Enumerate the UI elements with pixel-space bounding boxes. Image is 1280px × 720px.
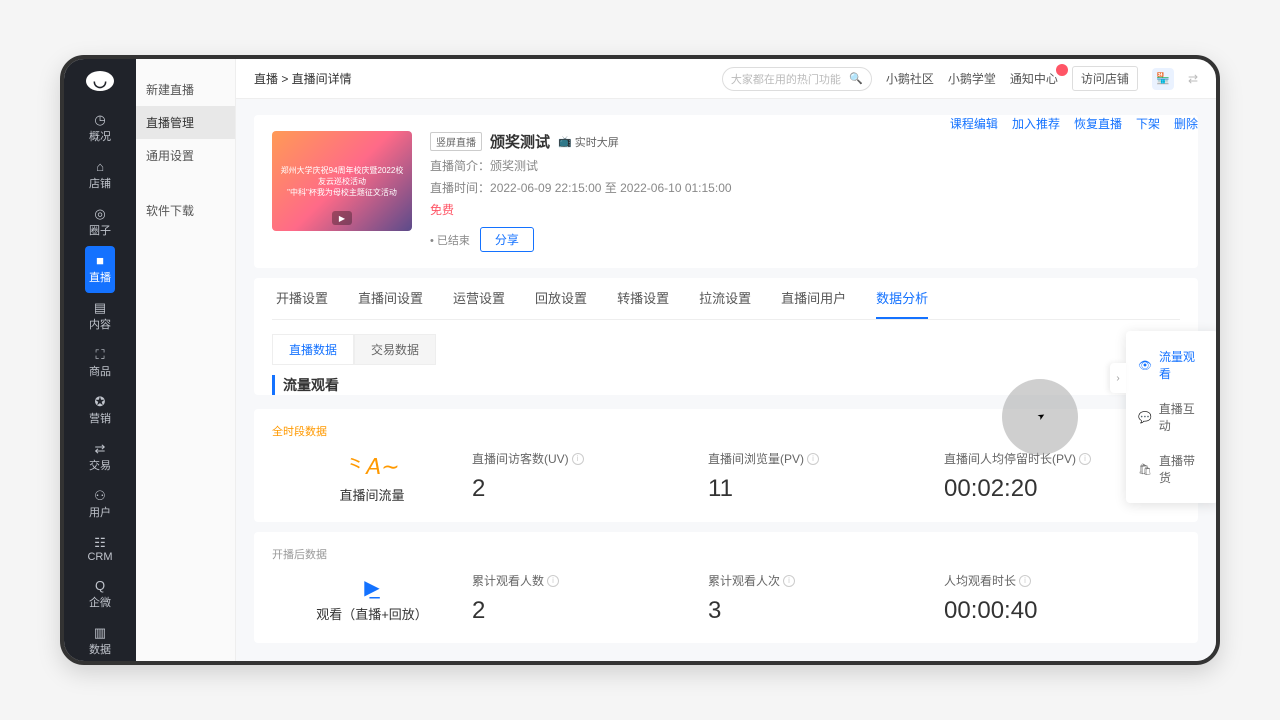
visit-shop-button[interactable]: 访问店铺 [1072, 66, 1138, 91]
stat-block-watch: 开播后数据 ▶̲ 观看（直播+回放） 累计观看人数 i2累计观看人次 i3人均观… [254, 532, 1198, 643]
stat-left-label: 观看（直播+回放） [272, 604, 472, 623]
stat-col: 直播间访客数(UV) i2 [472, 450, 708, 503]
nav-概况[interactable]: ◷概况 [79, 105, 121, 152]
tv-icon: ▶̲ [272, 575, 472, 600]
action-恢复直播[interactable]: 恢复直播 [1074, 115, 1122, 132]
toplink-academy[interactable]: 小鹅学堂 [948, 70, 996, 87]
tab-转播设置[interactable]: 转播设置 [617, 278, 669, 319]
nav-企微[interactable]: Q企微 [79, 571, 121, 618]
info-icon[interactable]: i [807, 453, 819, 465]
toplink-community[interactable]: 小鹅社区 [886, 70, 934, 87]
left-nav: ◡ ◷概况⌂店铺◎圈子■直播▤内容⛶商品✪营销⇄交易⚇用户☷CRMQ企微▥数据▦… [64, 59, 136, 661]
live-info: 竖屏直播 颁奖测试 📺 实时大屏 直播简介：颁奖测试 直播时间：2022-06-… [430, 131, 1180, 252]
topbar: 直播 > 直播间详情 大家都在用的热门功能 🔍 小鹅社区 小鹅学堂 通知中心 访… [236, 59, 1216, 99]
stat-col: 累计观看人数 i2 [472, 572, 708, 625]
action-下架[interactable]: 下架 [1136, 115, 1160, 132]
nav-圈子[interactable]: ◎圈子 [79, 199, 121, 246]
live-status: 已结束 [430, 232, 470, 248]
live-header-card: 郑州大学庆祝94周年校庆暨2022校 友云巡校活动 "中科"杯我为母校主题征文活… [254, 115, 1198, 268]
nav-营销[interactable]: ✪营销 [79, 387, 121, 434]
tab-运营设置[interactable]: 运营设置 [453, 278, 505, 319]
anchor-直播带货[interactable]: 🛍直播带货 [1126, 443, 1216, 495]
tab-拉流设置[interactable]: 拉流设置 [699, 278, 751, 319]
app-logo[interactable]: ◡ [86, 71, 114, 91]
stat-tag: 全时段数据 [272, 423, 1180, 439]
stat-block-traffic: 全时段数据 ⺀𝘈∼ 直播间流量 直播间访客数(UV) i2直播间浏览量(PV) … [254, 409, 1198, 522]
app-inner: ◡ ◷概况⌂店铺◎圈子■直播▤内容⛶商品✪营销⇄交易⚇用户☷CRMQ企微▥数据▦… [64, 59, 1216, 661]
action-删除[interactable]: 删除 [1174, 115, 1198, 132]
toplink-notice[interactable]: 通知中心 [1010, 70, 1058, 87]
search-input[interactable]: 大家都在用的热门功能 🔍 [722, 67, 872, 91]
tab-开播设置[interactable]: 开播设置 [276, 278, 328, 319]
subnav-通用设置[interactable]: 通用设置 [136, 139, 235, 172]
live-title: 颁奖测试 [490, 131, 550, 152]
info-icon[interactable]: i [547, 575, 559, 587]
search-icon: 🔍 [849, 72, 863, 85]
share-button[interactable]: 分享 [480, 227, 534, 252]
nav-数据[interactable]: ▥数据 [79, 618, 121, 665]
pulse-icon: ⺀𝘈∼ [272, 449, 472, 481]
float-toggle[interactable]: › [1110, 363, 1126, 393]
orientation-tag: 竖屏直播 [430, 132, 482, 151]
subnav-直播管理[interactable]: 直播管理 [136, 106, 235, 139]
tabs-card: 开播设置直播间设置运营设置回放设置转播设置拉流设置直播间用户数据分析 直播数据交… [254, 278, 1198, 395]
breadcrumb: 直播 > 直播间详情 [254, 70, 352, 87]
subtab-交易数据[interactable]: 交易数据 [354, 334, 436, 365]
nav-内容[interactable]: ▤内容 [79, 293, 121, 340]
section-title: 流量观看 [272, 375, 1180, 395]
tab-直播间设置[interactable]: 直播间设置 [358, 278, 423, 319]
tabs: 开播设置直播间设置运营设置回放设置转播设置拉流设置直播间用户数据分析 [272, 278, 1180, 320]
realtime-screen-link[interactable]: 📺 实时大屏 [558, 134, 619, 150]
nav-直播[interactable]: ■直播 [85, 246, 115, 293]
shop-icon[interactable]: 🏪 [1152, 68, 1174, 90]
action-课程编辑[interactable]: 课程编辑 [950, 115, 998, 132]
content-area: 郑州大学庆祝94周年校庆暨2022校 友云巡校活动 "中科"杯我为母校主题征文活… [236, 99, 1216, 661]
info-icon[interactable]: i [1079, 453, 1091, 465]
swap-icon[interactable]: ⇄ [1188, 72, 1198, 86]
nav-商品[interactable]: ⛶商品 [79, 340, 121, 387]
header-actions: 课程编辑加入推荐恢复直播下架删除 [950, 115, 1198, 132]
subnav-软件下载[interactable]: 软件下载 [136, 194, 235, 227]
anchor-流量观看[interactable]: 👁流量观看 [1126, 339, 1216, 391]
subtab-直播数据[interactable]: 直播数据 [272, 334, 354, 365]
nav-用户[interactable]: ⚇用户 [79, 481, 121, 528]
nav-CRM[interactable]: ☷CRM [79, 528, 121, 571]
info-icon[interactable]: i [572, 453, 584, 465]
price-label: 免费 [430, 201, 1180, 218]
stat-tag: 开播后数据 [272, 546, 1180, 562]
stat-left-label: 直播间流量 [272, 485, 472, 504]
info-icon[interactable]: i [1019, 575, 1031, 587]
stat-col: 累计观看人次 i3 [708, 572, 944, 625]
float-anchor-panel: › 👁流量观看💬直播互动🛍直播带货 [1126, 331, 1216, 503]
stat-col: 直播间浏览量(PV) i11 [708, 450, 944, 503]
anchor-直播互动[interactable]: 💬直播互动 [1126, 391, 1216, 443]
main-area: 直播 > 直播间详情 大家都在用的热门功能 🔍 小鹅社区 小鹅学堂 通知中心 访… [236, 59, 1216, 661]
subtabs: 直播数据交易数据 [272, 334, 1180, 365]
subnav-新建直播[interactable]: 新建直播 [136, 73, 235, 106]
tab-直播间用户[interactable]: 直播间用户 [781, 278, 846, 319]
app-frame: ◡ ◷概况⌂店铺◎圈子■直播▤内容⛶商品✪营销⇄交易⚇用户☷CRMQ企微▥数据▦… [60, 55, 1220, 665]
action-加入推荐[interactable]: 加入推荐 [1012, 115, 1060, 132]
info-icon[interactable]: i [783, 575, 795, 587]
nav-店铺[interactable]: ⌂店铺 [79, 152, 121, 199]
sub-nav: 新建直播直播管理通用设置软件下载 [136, 59, 236, 661]
live-thumbnail[interactable]: 郑州大学庆祝94周年校庆暨2022校 友云巡校活动 "中科"杯我为母校主题征文活… [272, 131, 412, 231]
stat-col: 人均观看时长 i00:00:40 [944, 572, 1180, 625]
tab-回放设置[interactable]: 回放设置 [535, 278, 587, 319]
tab-数据分析[interactable]: 数据分析 [876, 278, 928, 319]
nav-交易[interactable]: ⇄交易 [79, 434, 121, 481]
search-placeholder: 大家都在用的热门功能 [731, 71, 841, 87]
